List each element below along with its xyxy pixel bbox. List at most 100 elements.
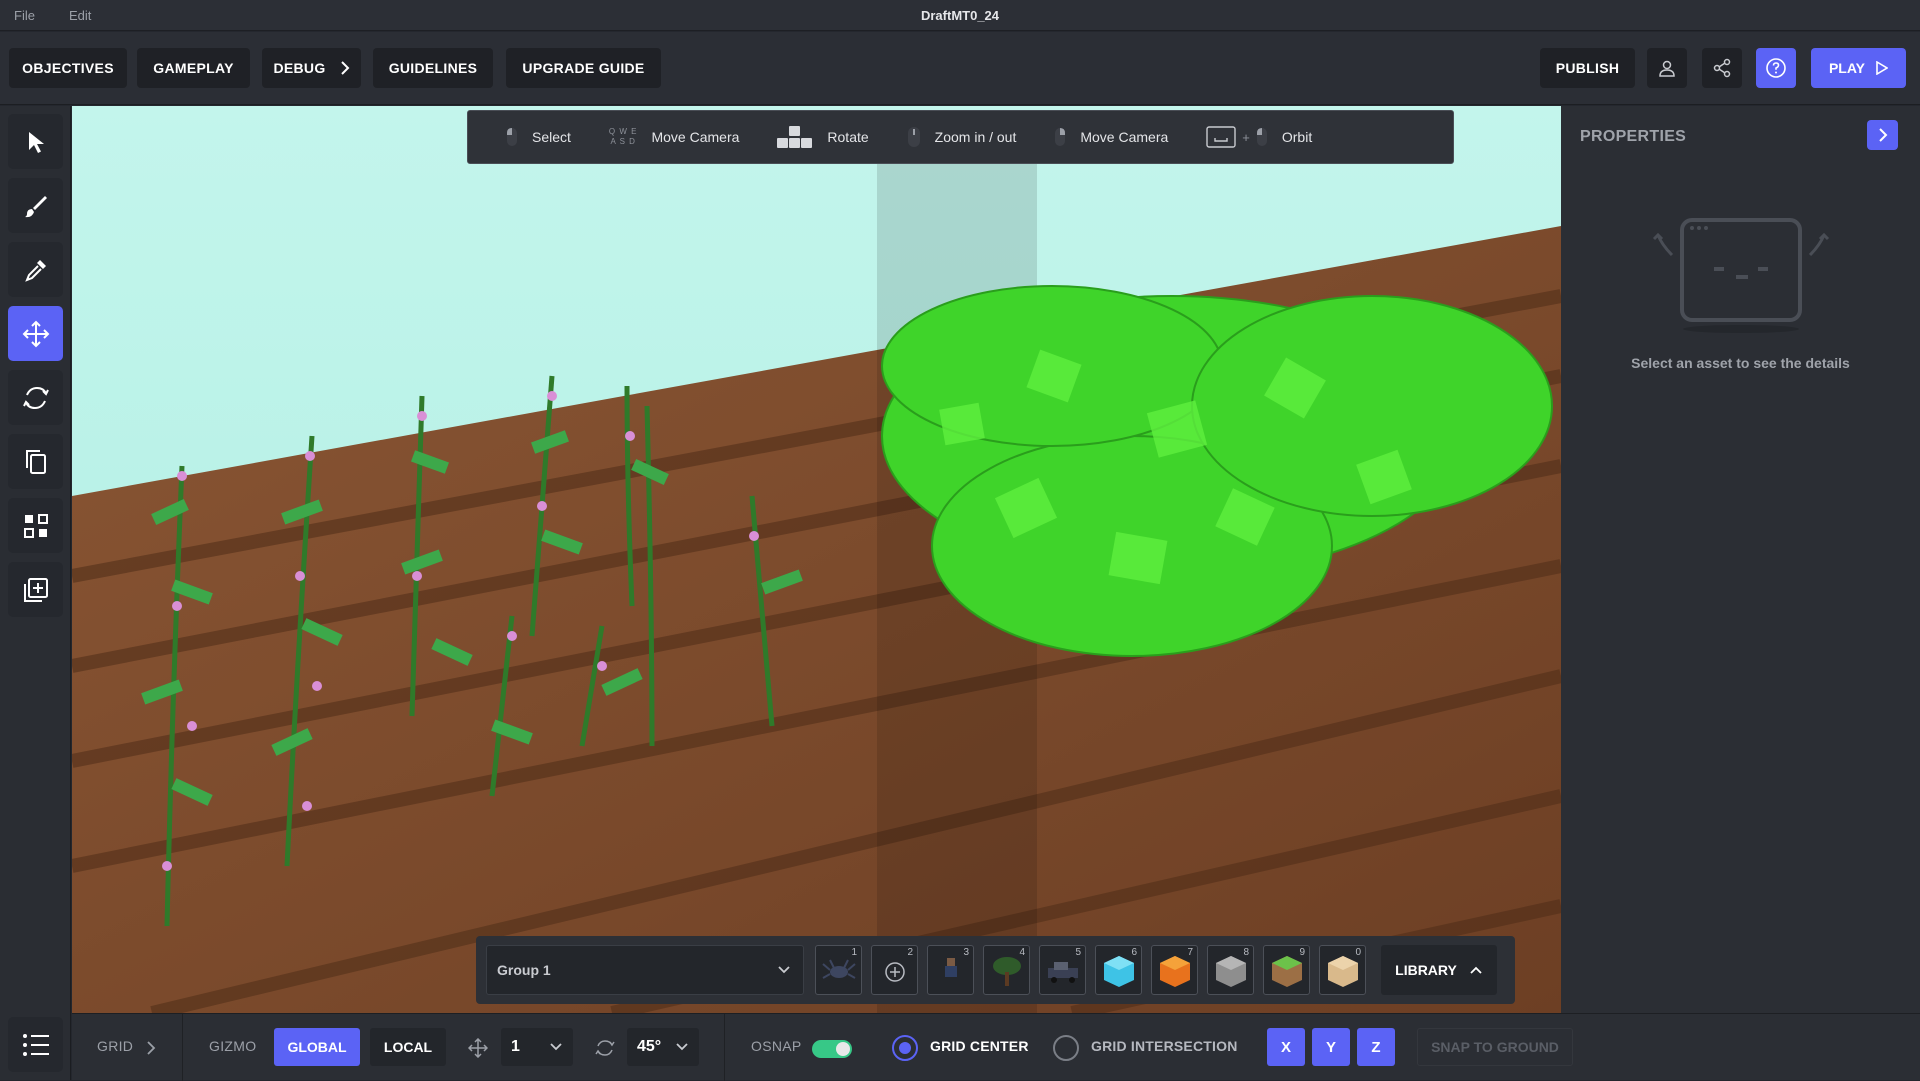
gameplay-label: GAMEPLAY [153, 60, 234, 76]
move-step-select[interactable]: 1 [501, 1028, 573, 1066]
grid-intersection-label: GRID INTERSECTION [1091, 1038, 1238, 1054]
arrow-keys-icon [777, 126, 813, 148]
qwe-asd-keys: Q W E A S D [609, 127, 638, 147]
header-toolbar: OBJECTIVES GAMEPLAY DEBUG GUIDELINES UPG… [0, 32, 1920, 105]
hint-rotate-label: Rotate [827, 129, 869, 145]
collapse-panel-button[interactable] [1867, 120, 1898, 150]
asset-slot-5[interactable]: 5 [1039, 945, 1086, 995]
rotate-tool-button[interactable] [8, 370, 63, 425]
chevron-down-icon [550, 1043, 562, 1051]
bottom-toolbar: GRID GIZMO GLOBAL LOCAL 1 45° OSNAP GRID… [72, 1013, 1920, 1081]
axis-z-button[interactable]: Z [1357, 1028, 1395, 1066]
axis-x-button[interactable]: X [1267, 1028, 1305, 1066]
group-tool-button[interactable] [8, 498, 63, 553]
user-button[interactable] [1647, 48, 1687, 88]
vehicle-asset-icon [1048, 962, 1078, 983]
eyedropper-icon [24, 259, 46, 282]
hint-rotate: Rotate [777, 126, 869, 148]
chevron-down-icon [676, 1043, 688, 1051]
toggle-knob [836, 1042, 850, 1056]
share-icon [1713, 58, 1731, 78]
grass-block-icon [1272, 956, 1302, 987]
chevron-right-icon [340, 61, 349, 75]
grid-center-radio[interactable] [892, 1035, 918, 1061]
group-select[interactable]: Group 1 [486, 945, 804, 995]
rotate-step-select[interactable]: 45° [627, 1028, 699, 1066]
grid-center-label: GRID CENTER [930, 1038, 1029, 1054]
tree-asset-icon [993, 957, 1021, 986]
properties-title: PROPERTIES [1580, 128, 1687, 145]
grid-intersection-radio[interactable] [1053, 1035, 1079, 1061]
local-label: LOCAL [383, 1039, 433, 1055]
axis-y-button[interactable]: Y [1312, 1028, 1350, 1066]
divider [724, 1014, 725, 1081]
osnap-label: OSNAP [751, 1038, 802, 1054]
guidelines-button[interactable]: GUIDELINES [373, 48, 493, 88]
play-icon [1876, 61, 1889, 75]
grid-label: GRID [97, 1038, 134, 1054]
global-space-button[interactable]: GLOBAL [274, 1028, 360, 1066]
scene-viewport[interactable]: Select Q W E A S D Move Camera Rotate Zo… [72, 106, 1561, 1013]
sand-block-icon [1328, 956, 1358, 987]
asset-slot-6[interactable]: 6 [1095, 945, 1142, 995]
help-icon [1766, 58, 1786, 78]
group-select-value: Group 1 [497, 962, 551, 978]
divider [182, 1014, 183, 1081]
hint-move-camera-mouse-label: Move Camera [1080, 129, 1169, 145]
chevron-right-icon[interactable] [146, 1041, 156, 1055]
hint-move-camera-label: Move Camera [651, 129, 740, 145]
outline-list-button[interactable] [8, 1017, 63, 1072]
add-circle-icon [885, 962, 905, 982]
upgrade-guide-button[interactable]: UPGRADE GUIDE [506, 48, 661, 88]
paint-tool-button[interactable] [8, 178, 63, 233]
rotate-icon [22, 386, 49, 409]
library-button[interactable]: LIBRARY [1381, 945, 1497, 995]
eyedropper-tool-button[interactable] [8, 242, 63, 297]
snap-to-ground-button[interactable]: SNAP TO GROUND [1417, 1028, 1573, 1066]
share-button[interactable] [1702, 48, 1742, 88]
duplicate-tool-button[interactable] [8, 434, 63, 489]
plus-sign: + [1242, 129, 1250, 145]
hint-orbit-label: Orbit [1281, 129, 1313, 145]
add-asset-tool-button[interactable] [8, 562, 63, 617]
axis-z-label: Z [1371, 1038, 1381, 1056]
select-tool-button[interactable] [8, 114, 63, 169]
diamond-block-icon [1104, 956, 1134, 987]
asset-slot-9[interactable]: 9 [1263, 945, 1310, 995]
publish-button[interactable]: PUBLISH [1540, 48, 1635, 88]
asset-slot-0[interactable]: 0 [1319, 945, 1366, 995]
asset-slot-2[interactable]: 2 [871, 945, 918, 995]
upgrade-guide-label: UPGRADE GUIDE [522, 60, 645, 76]
left-toolbar [0, 106, 71, 1080]
mouse-left-icon [506, 127, 518, 147]
help-button[interactable] [1756, 48, 1796, 88]
gameplay-button[interactable]: GAMEPLAY [137, 48, 250, 88]
stone-block-icon [1216, 956, 1246, 987]
rotate-step-value: 45° [637, 1038, 662, 1055]
chevron-down-icon [778, 966, 790, 974]
asset-slot-8[interactable]: 8 [1207, 945, 1254, 995]
move-tool-button[interactable] [8, 306, 63, 361]
objectives-label: OBJECTIVES [22, 60, 114, 76]
mouse-scroll-icon [907, 126, 921, 148]
asset-slot-7[interactable]: 7 [1151, 945, 1198, 995]
move-step-value: 1 [511, 1038, 520, 1055]
asset-slot-3[interactable]: 3 [927, 945, 974, 995]
duplicate-icon [25, 449, 46, 474]
empty-state-text: Select an asset to see the details [1631, 355, 1850, 371]
asset-slot-1[interactable]: 1 [815, 945, 862, 995]
axis-y-label: Y [1325, 1038, 1336, 1056]
local-space-button[interactable]: LOCAL [370, 1028, 446, 1066]
spider-asset-icon [822, 959, 856, 979]
chevron-right-icon [1878, 128, 1887, 142]
objectives-button[interactable]: OBJECTIVES [9, 48, 127, 88]
hint-zoom-label: Zoom in / out [934, 129, 1017, 145]
asset-slot-4[interactable]: 4 [983, 945, 1030, 995]
space-plus-mouse-icon: + [1206, 126, 1268, 148]
move-icon [22, 320, 49, 347]
play-button[interactable]: PLAY [1811, 48, 1906, 88]
hint-select-label: Select [532, 129, 571, 145]
debug-button[interactable]: DEBUG [262, 48, 361, 88]
osnap-toggle[interactable] [812, 1040, 852, 1058]
properties-panel: PROPERTIES Select an asset to see the de… [1561, 106, 1920, 1013]
